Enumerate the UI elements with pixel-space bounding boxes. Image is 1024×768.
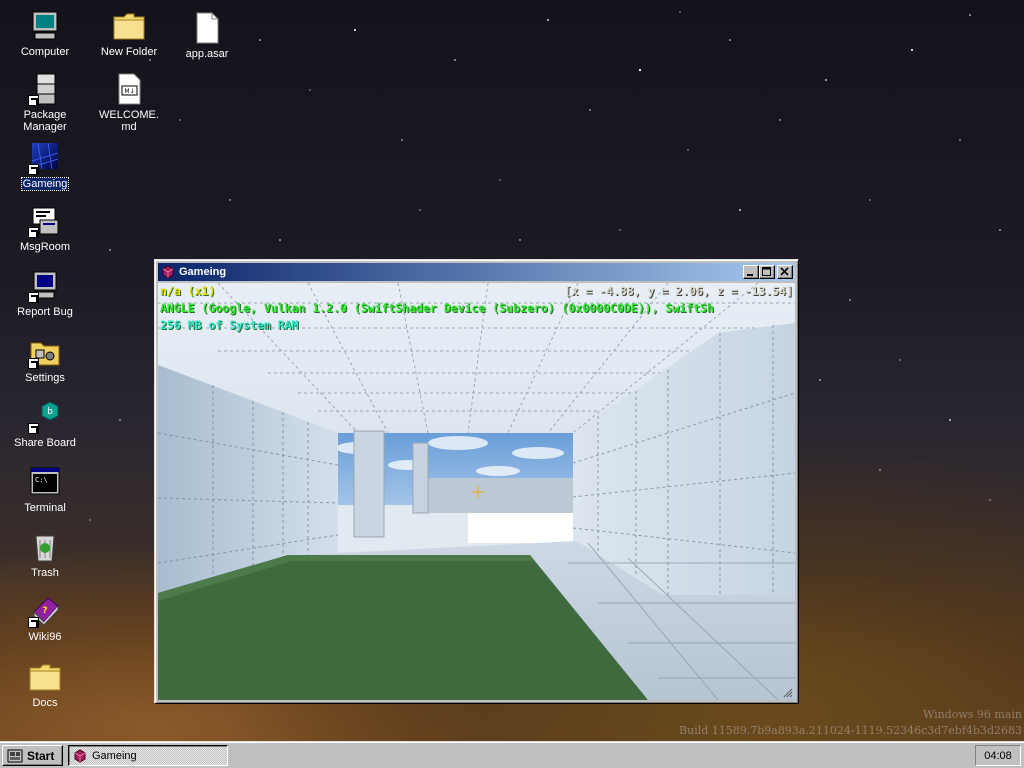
- terminal-icon: C:\: [28, 465, 62, 499]
- gameing-icon: [28, 141, 62, 175]
- folder-icon: [112, 9, 146, 43]
- close-button[interactable]: [777, 265, 793, 279]
- maximize-button[interactable]: [759, 265, 775, 279]
- hud-renderer: ANGLE (Google, Vulkan 1.2.0 (SwiftShader…: [160, 301, 714, 315]
- desktop-icon-report-bug[interactable]: Report Bug: [13, 269, 77, 318]
- desktop-icon-terminal[interactable]: C:\ Terminal: [13, 465, 77, 514]
- svg-text:C:\: C:\: [35, 476, 48, 484]
- taskbar: Start Gameing 04:08: [0, 741, 1024, 768]
- desktop-icon-label: WELCOME.md: [99, 109, 159, 133]
- desktop-icon-settings[interactable]: Settings: [13, 335, 77, 384]
- desktop-icon-new-folder[interactable]: New Folder: [97, 9, 161, 58]
- settings-icon: [28, 335, 62, 369]
- trash-icon: [28, 530, 62, 564]
- desktop-icon-package-manager[interactable]: Package Manager: [13, 72, 77, 133]
- shortcut-arrow-icon: [28, 617, 39, 628]
- desktop-icon-msgroom[interactable]: MsgRoom: [13, 204, 77, 253]
- hud-fps: n/a (x1): [160, 284, 216, 298]
- desktop-icon-gameing[interactable]: Gameing: [13, 141, 77, 191]
- computer-icon: [28, 9, 62, 43]
- build-watermark-line2: Build 11589.7b9a893a.211024-1119.52346c3…: [679, 724, 1022, 737]
- hud-coordinates: [x = -4.88, y = 2.06, z = -13.54]: [564, 284, 793, 298]
- system-tray-clock[interactable]: 04:08: [975, 745, 1021, 766]
- report-bug-icon: [28, 269, 62, 303]
- start-button[interactable]: Start: [2, 745, 63, 766]
- markdown-file-icon: M↓: [112, 72, 146, 106]
- desktop-icon-wiki96[interactable]: ? Wiki96: [13, 594, 77, 643]
- desktop-icon-label: Report Bug: [17, 306, 73, 318]
- gameing-app-icon: [74, 748, 86, 763]
- shortcut-arrow-icon: [28, 95, 39, 106]
- desktop-icon-label: Package Manager: [23, 109, 67, 133]
- svg-text:M↓: M↓: [124, 88, 134, 95]
- hud-ram: 256 MB of System RAM: [160, 318, 299, 332]
- desktop-icon-app-asar[interactable]: app.asar: [175, 11, 239, 60]
- desktop-icon-label: Settings: [25, 372, 65, 384]
- desktop-icon-label: New Folder: [100, 46, 158, 58]
- gameing-window[interactable]: Gameing n/a (x1) [x = -4.88, y = 2.06, z…: [154, 259, 799, 704]
- start-label: Start: [27, 748, 55, 763]
- svg-text:b: b: [47, 407, 53, 417]
- taskbar-item-gameing[interactable]: Gameing: [68, 745, 228, 766]
- folder-icon: [28, 660, 62, 694]
- taskbar-item-label: Gameing: [92, 749, 137, 762]
- shortcut-arrow-icon: [28, 164, 39, 175]
- desktop-icon-label: Computer: [20, 46, 70, 58]
- maximize-icon: [762, 267, 771, 276]
- desktop-icon-label: Docs: [32, 697, 58, 709]
- file-icon: [190, 11, 224, 45]
- desktop-icon-label: MsgRoom: [19, 241, 71, 253]
- package-manager-icon: [28, 72, 62, 106]
- build-watermark-line1: Windows 96 main: [922, 708, 1022, 721]
- share-board-icon: b: [28, 400, 62, 434]
- desktop-icon-share-board[interactable]: b Share Board: [13, 400, 77, 449]
- window-title: Gameing: [179, 266, 227, 278]
- game-viewport[interactable]: n/a (x1) [x = -4.88, y = 2.06, z = -13.5…: [158, 283, 795, 700]
- msgroom-icon: [28, 204, 62, 238]
- shortcut-arrow-icon: [28, 227, 39, 238]
- desktop-icon-label: Share Board: [14, 437, 76, 449]
- game-scene: [158, 283, 795, 700]
- gameing-app-icon: [162, 265, 174, 279]
- window-titlebar[interactable]: Gameing: [158, 263, 795, 281]
- desktop-icon-label: Terminal: [24, 502, 66, 514]
- shortcut-arrow-icon: [28, 423, 39, 434]
- desktop-icon-label: Wiki96: [28, 631, 62, 643]
- close-icon: [780, 267, 789, 276]
- minimize-icon: [747, 274, 753, 276]
- desktop-icon-label: Gameing: [20, 177, 70, 191]
- wiki96-icon: ?: [28, 594, 62, 628]
- minimize-button[interactable]: [743, 265, 759, 279]
- shortcut-arrow-icon: [28, 358, 39, 369]
- desktop-icon-welcome-md[interactable]: M↓ WELCOME.md: [97, 72, 161, 133]
- desktop-icon-label: app.asar: [185, 48, 229, 60]
- svg-text:?: ?: [42, 606, 47, 616]
- desktop-icon-docs[interactable]: Docs: [13, 660, 77, 709]
- shortcut-arrow-icon: [28, 292, 39, 303]
- clock-time: 04:08: [984, 749, 1012, 762]
- start-logo-icon: [7, 749, 23, 762]
- desktop-icon-computer[interactable]: Computer: [13, 9, 77, 58]
- desktop-icon-trash[interactable]: Trash: [13, 530, 77, 579]
- desktop-icon-label: Trash: [31, 567, 59, 579]
- resize-grip-icon[interactable]: [783, 688, 793, 698]
